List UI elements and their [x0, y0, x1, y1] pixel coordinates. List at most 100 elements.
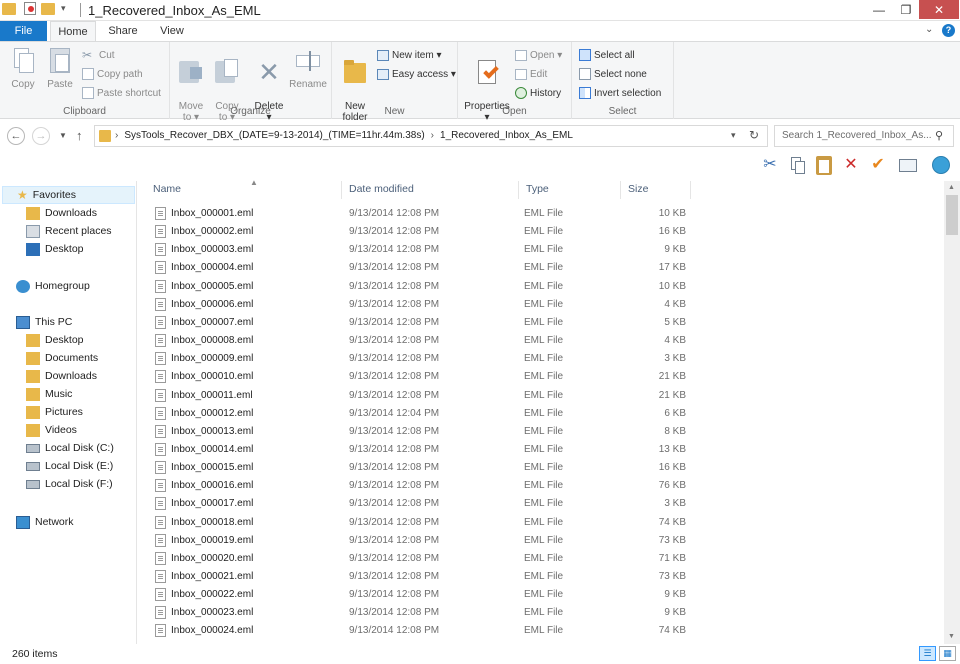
nav-homegroup[interactable]: Homegroup	[16, 277, 90, 295]
column-header-date-modified[interactable]: Date modified	[342, 181, 519, 199]
properties-window-icon[interactable]	[897, 154, 919, 176]
new-item-button[interactable]: New item ▾	[377, 46, 441, 64]
file-row[interactable]: Inbox_000003.eml 9/13/2014 12:08 PM EML Fi…	[138, 241, 698, 259]
file-date-modified: 9/13/2014 12:08 PM	[349, 208, 440, 219]
refresh-icon[interactable]: ↻	[749, 128, 759, 142]
address-bar[interactable]: › SysTools_Recover_DBX_(DATE=9-13-2014)_…	[94, 125, 768, 147]
search-box[interactable]: Search 1_Recovered_Inbox_As... ⚲	[774, 125, 954, 147]
nav-local-disk-e[interactable]: Local Disk (E:)	[26, 457, 113, 475]
close-button[interactable]: ✕	[919, 0, 959, 19]
file-row[interactable]: Inbox_000015.eml 9/13/2014 12:08 PM EML Fi…	[138, 459, 698, 477]
file-row[interactable]: Inbox_000022.eml 9/13/2014 12:08 PM EML Fi…	[138, 586, 698, 604]
cut-icon[interactable]: ✂	[759, 154, 781, 176]
file-row[interactable]: Inbox_000007.eml 9/13/2014 12:08 PM EML Fi…	[138, 314, 698, 332]
column-header-type[interactable]: Type	[519, 181, 621, 199]
file-row[interactable]: Inbox_000021.eml 9/13/2014 12:08 PM EML Fi…	[138, 568, 698, 586]
nav-favorites-desktop[interactable]: Desktop	[26, 240, 84, 258]
nav-pictures[interactable]: Pictures	[26, 403, 83, 421]
nav-this-pc[interactable]: This PC	[16, 313, 72, 331]
copy-path-button[interactable]: Copy path	[82, 65, 143, 83]
select-all-button[interactable]: Select all	[579, 46, 635, 64]
large-icons-view-button[interactable]: ▦	[939, 646, 956, 661]
column-header-name[interactable]: ▲ Name	[146, 178, 342, 199]
file-row[interactable]: Inbox_000012.eml 9/13/2014 12:04 PM EML Fi…	[138, 405, 698, 423]
tab-share[interactable]: Share	[100, 21, 146, 41]
open-button[interactable]: Open ▾	[515, 46, 562, 64]
file-row[interactable]: Inbox_000017.eml 9/13/2014 12:08 PM EML Fi…	[138, 495, 698, 513]
help-icon[interactable]: ?	[942, 24, 955, 37]
file-row[interactable]: Inbox_000024.eml 9/13/2014 12:08 PM EML Fi…	[138, 622, 698, 640]
nav-documents[interactable]: Documents	[26, 349, 98, 367]
scroll-up-icon[interactable]: ▲	[948, 184, 955, 191]
nav-recent-places[interactable]: Recent places	[26, 222, 112, 240]
nav-videos[interactable]: Videos	[26, 421, 77, 439]
checkmark-icon[interactable]: ✔	[867, 154, 889, 176]
details-view-button[interactable]: ☰	[919, 646, 936, 661]
delete-icon[interactable]: ✕	[840, 154, 862, 176]
qat-customize-icon[interactable]: ▾	[61, 3, 66, 14]
copy-button[interactable]: Copy	[6, 46, 40, 90]
rename-button[interactable]: Rename	[288, 46, 328, 90]
address-history-icon[interactable]: ▾	[731, 130, 736, 141]
easy-access-button[interactable]: Easy access ▾	[377, 65, 456, 83]
file-row[interactable]: Inbox_000016.eml 9/13/2014 12:08 PM EML Fi…	[138, 477, 698, 495]
back-button[interactable]: ←	[7, 127, 25, 145]
maximize-button[interactable]: ❐	[893, 0, 919, 19]
tab-view[interactable]: View	[150, 21, 194, 41]
breadcrumb-separator-icon[interactable]: ›	[431, 130, 434, 141]
nav-pc-downloads[interactable]: Downloads	[26, 367, 97, 385]
file-row[interactable]: Inbox_000002.eml 9/13/2014 12:08 PM EML Fi…	[138, 223, 698, 241]
minimize-button[interactable]: —	[866, 0, 892, 19]
qat-properties-icon[interactable]	[24, 2, 36, 15]
qat-new-folder-icon[interactable]	[41, 2, 55, 15]
file-row[interactable]: Inbox_000008.eml 9/13/2014 12:08 PM EML Fi…	[138, 332, 698, 350]
file-name: Inbox_000003.eml	[171, 244, 254, 256]
scrollbar-thumb[interactable]	[946, 195, 958, 235]
globe-icon[interactable]	[930, 154, 952, 176]
nav-local-disk-c[interactable]: Local Disk (C:)	[26, 439, 114, 457]
paste-shortcut-button[interactable]: Paste shortcut	[82, 84, 161, 102]
search-input[interactable]: Search 1_Recovered_Inbox_As...	[782, 130, 932, 141]
column-header-size[interactable]: Size	[621, 181, 691, 199]
nav-pc-desktop[interactable]: Desktop	[26, 331, 84, 349]
breadcrumb-item[interactable]: 1_Recovered_Inbox_As_EML	[440, 130, 573, 141]
nav-favorites-downloads[interactable]: Downloads	[26, 204, 97, 222]
nav-music[interactable]: Music	[26, 385, 72, 403]
tab-home[interactable]: Home	[50, 21, 96, 42]
file-row[interactable]: Inbox_000020.eml 9/13/2014 12:08 PM EML Fi…	[138, 550, 698, 568]
ribbon-collapse-icon[interactable]: ⌄	[925, 24, 933, 35]
cut-button[interactable]: ✂ Cut	[82, 46, 115, 64]
file-row[interactable]: Inbox_000019.eml 9/13/2014 12:08 PM EML Fi…	[138, 532, 698, 550]
file-row[interactable]: Inbox_000014.eml 9/13/2014 12:08 PM EML Fi…	[138, 441, 698, 459]
select-none-button[interactable]: Select none	[579, 65, 647, 83]
file-type: EML File	[524, 389, 564, 401]
history-button[interactable]: History	[515, 84, 561, 102]
file-row[interactable]: Inbox_000018.eml 9/13/2014 12:08 PM EML Fi…	[138, 514, 698, 532]
vertical-scrollbar[interactable]: ▲ ▼	[944, 181, 960, 644]
forward-button[interactable]: →	[32, 127, 50, 145]
file-row[interactable]: Inbox_000023.eml 9/13/2014 12:08 PM EML Fi…	[138, 604, 698, 622]
copy-icon[interactable]	[786, 154, 808, 176]
file-row[interactable]: Inbox_000004.eml 9/13/2014 12:08 PM EML Fi…	[138, 259, 698, 277]
nav-local-disk-f[interactable]: Local Disk (F:)	[26, 475, 113, 493]
edit-button[interactable]: Edit	[515, 65, 547, 83]
file-row[interactable]: Inbox_000005.eml 9/13/2014 12:08 PM EML Fi…	[138, 278, 698, 296]
file-row[interactable]: Inbox_000010.eml 9/13/2014 12:08 PM EML Fi…	[138, 368, 698, 386]
invert-selection-button[interactable]: Invert selection	[579, 84, 661, 102]
scroll-down-icon[interactable]: ▼	[948, 633, 955, 640]
breadcrumb-item[interactable]: SysTools_Recover_DBX_(DATE=9-13-2014)_(T…	[124, 130, 424, 141]
file-row[interactable]: Inbox_000009.eml 9/13/2014 12:08 PM EML Fi…	[138, 350, 698, 368]
nav-favorites[interactable]: ★ Favorites	[2, 186, 135, 204]
file-date-modified: 9/13/2014 12:08 PM	[349, 335, 440, 347]
paste-button[interactable]: Paste	[43, 46, 77, 90]
file-row[interactable]: Inbox_000006.eml 9/13/2014 12:08 PM EML Fi…	[138, 296, 698, 314]
recent-locations-icon[interactable]: ▼	[59, 131, 67, 140]
up-arrow-icon[interactable]: ↑	[76, 128, 83, 143]
paste-icon[interactable]	[813, 154, 835, 176]
tab-file[interactable]: File	[0, 21, 47, 41]
nav-network[interactable]: Network	[16, 513, 74, 531]
file-row[interactable]: Inbox_000001.eml 9/13/2014 12:08 PM EML Fi…	[138, 205, 698, 223]
file-row[interactable]: Inbox_000013.eml 9/13/2014 12:08 PM EML Fi…	[138, 423, 698, 441]
file-row[interactable]: Inbox_000011.eml 9/13/2014 12:08 PM EML Fi…	[138, 387, 698, 405]
breadcrumb-separator-icon[interactable]: ›	[115, 130, 118, 141]
